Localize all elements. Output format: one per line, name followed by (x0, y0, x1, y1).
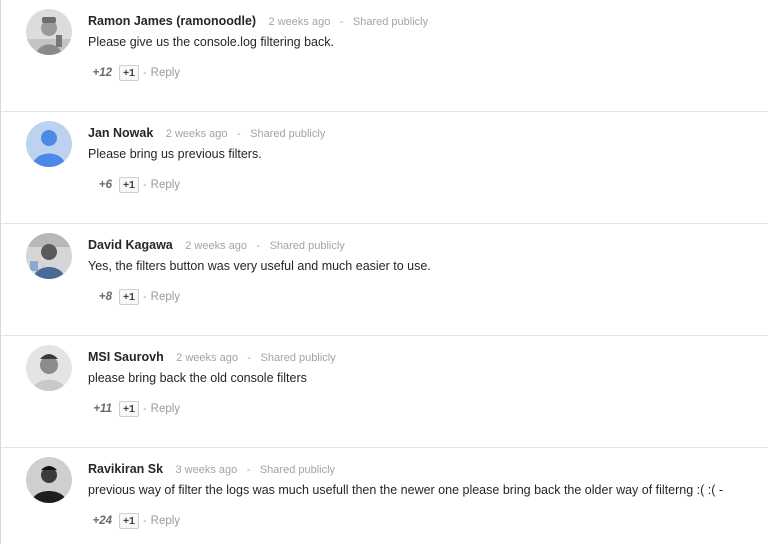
visibility-label: Shared publicly (260, 352, 336, 364)
comment-actions: +12 +1 - Reply (88, 64, 180, 82)
action-separator: - (142, 67, 147, 79)
action-separator: - (142, 291, 147, 303)
reply-link[interactable]: Reply (151, 515, 180, 527)
visibility-label: Shared publicly (352, 16, 429, 28)
author-name[interactable]: MSI Saurovh (88, 350, 164, 364)
author-name[interactable]: David Kagawa (88, 238, 173, 252)
avatar[interactable] (26, 457, 72, 503)
comment-item: MSI Saurovh 2 weeks ago - Shared publicl… (1, 336, 768, 448)
comment-text: Yes, the filters button was very useful … (88, 259, 431, 273)
comments-list: Ramon James (ramonoodle) 2 weeks ago - S… (0, 0, 768, 544)
timestamp[interactable]: 2 weeks ago (269, 16, 331, 28)
plus-count[interactable]: +8 (88, 291, 112, 303)
plus-one-button[interactable]: +1 (119, 401, 139, 417)
plus-count[interactable]: +6 (88, 179, 112, 191)
comment-header: David Kagawa 2 weeks ago - Shared public… (88, 237, 345, 254)
meta-separator: - (339, 16, 344, 28)
comment-header: Ravikiran Sk 3 weeks ago - Shared public… (88, 461, 335, 478)
reply-link[interactable]: Reply (151, 291, 180, 303)
comment-actions: +11 +1 - Reply (88, 400, 180, 418)
comment-actions: +24 +1 - Reply (88, 512, 180, 530)
comment-header: MSI Saurovh 2 weeks ago - Shared publicl… (88, 349, 336, 366)
timestamp[interactable]: 3 weeks ago (176, 464, 238, 476)
comment-header: Ramon James (ramonoodle) 2 weeks ago - S… (88, 13, 428, 30)
action-separator: - (142, 515, 147, 527)
author-name[interactable]: Ravikiran Sk (88, 462, 163, 476)
plus-one-button[interactable]: +1 (119, 177, 139, 193)
plus-one-button[interactable]: +1 (119, 65, 139, 81)
visibility-label: Shared publicly (269, 240, 345, 252)
reply-link[interactable]: Reply (151, 403, 180, 415)
action-separator: - (142, 403, 147, 415)
meta-separator: - (236, 128, 241, 140)
avatar[interactable] (26, 9, 72, 55)
comment-text: Please give us the console.log filtering… (88, 35, 334, 49)
meta-separator: - (246, 464, 251, 476)
plus-one-button[interactable]: +1 (119, 289, 139, 305)
avatar[interactable] (26, 233, 72, 279)
author-name[interactable]: Ramon James (ramonoodle) (88, 14, 256, 28)
reply-link[interactable]: Reply (151, 67, 180, 79)
comment-text: Please bring us previous filters. (88, 147, 262, 161)
timestamp[interactable]: 2 weeks ago (185, 240, 247, 252)
action-separator: - (142, 179, 147, 191)
meta-separator: - (247, 352, 252, 364)
comment-actions: +8 +1 - Reply (88, 288, 180, 306)
author-name[interactable]: Jan Nowak (88, 126, 153, 140)
comment-header: Jan Nowak 2 weeks ago - Shared publicly (88, 125, 325, 142)
plus-count[interactable]: +12 (88, 67, 112, 79)
comment-item: Ramon James (ramonoodle) 2 weeks ago - S… (1, 0, 768, 112)
comment-item: Ravikiran Sk 3 weeks ago - Shared public… (1, 448, 768, 544)
avatar[interactable] (26, 345, 72, 391)
avatar[interactable] (26, 121, 72, 167)
plus-one-button[interactable]: +1 (119, 513, 139, 529)
reply-link[interactable]: Reply (151, 179, 180, 191)
comment-text: previous way of filter the logs was much… (88, 483, 724, 497)
plus-count[interactable]: +24 (88, 515, 112, 527)
timestamp[interactable]: 2 weeks ago (166, 128, 228, 140)
plus-count[interactable]: +11 (88, 403, 112, 415)
visibility-label: Shared publicly (259, 464, 336, 476)
default-user-icon (26, 121, 72, 167)
visibility-label: Shared publicly (250, 128, 326, 140)
comment-actions: +6 +1 - Reply (88, 176, 180, 194)
comment-item: David Kagawa 2 weeks ago - Shared public… (1, 224, 768, 336)
timestamp[interactable]: 2 weeks ago (176, 352, 238, 364)
comment-text: please bring back the old console filter… (88, 371, 307, 385)
comment-item: Jan Nowak 2 weeks ago - Shared publicly … (1, 112, 768, 224)
meta-separator: - (256, 240, 261, 252)
